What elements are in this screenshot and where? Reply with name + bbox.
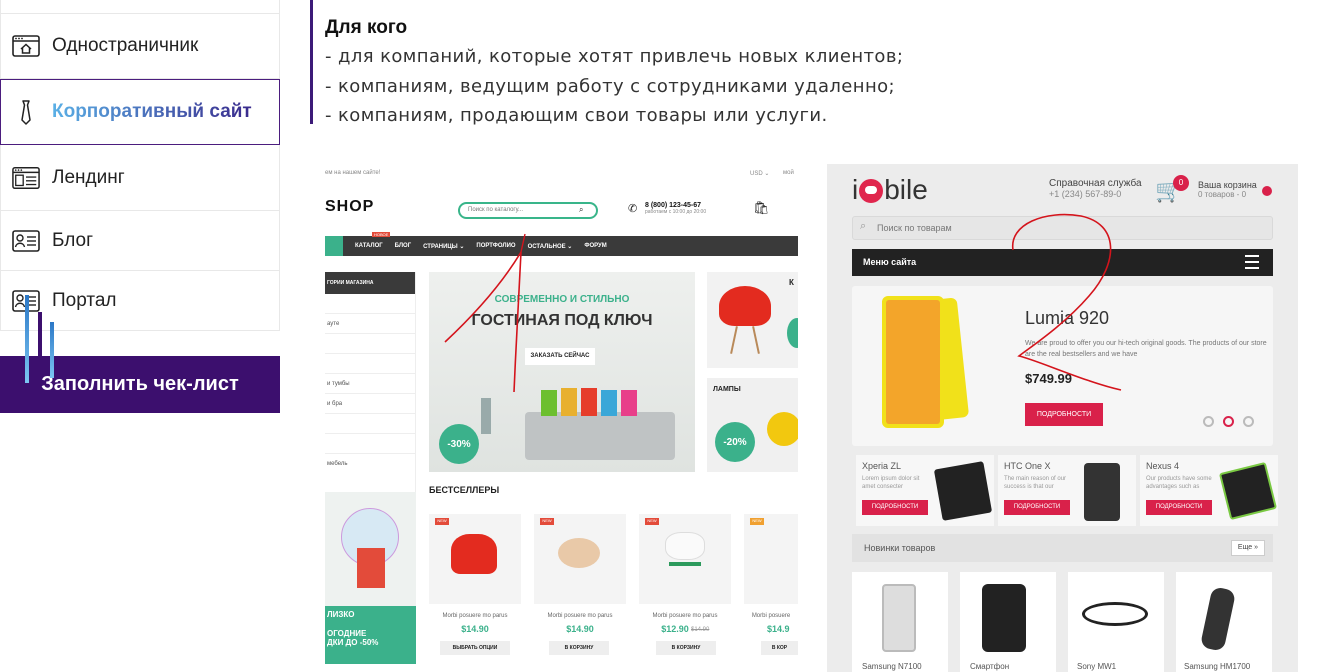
- service-sidebar: Одностраничник Корпоративный сайт Лендин…: [0, 0, 281, 672]
- example-imobile-screenshot: i bile Справочная служба +1 (234) 567-89-0…: [827, 164, 1298, 672]
- example-shop-screenshot: ем на нашем сайте! USD ⌄ мой SHOP Поиск …: [325, 164, 798, 672]
- sidebar-item-label: Одностраничник: [52, 35, 199, 56]
- sidebar-item-landing-one-page[interactable]: Одностраничник: [0, 14, 280, 79]
- sidebar-item-top-edge: [0, 0, 280, 14]
- sidebar-item-portal[interactable]: Портал: [0, 271, 280, 331]
- sidebar-item-label: Лендинг: [52, 166, 125, 188]
- sidebar-item-landing[interactable]: Лендинг: [0, 145, 280, 211]
- browser-layout-icon: [12, 166, 40, 190]
- decor-stripe: [25, 295, 29, 383]
- section-heading: Для кого: [325, 17, 408, 38]
- decor-stripe: [50, 322, 54, 378]
- audience-line: - компаниям, ведущим работу с сотрудника…: [325, 76, 895, 97]
- browser-home-icon: [12, 34, 40, 58]
- annotation-number-2: [1012, 213, 1122, 391]
- decor-stripe: [38, 312, 42, 378]
- sidebar-item-label: Корпоративный сайт: [52, 101, 252, 122]
- sidebar-item-label: Портал: [52, 289, 117, 311]
- fill-checklist-button[interactable]: Заполнить чек-лист: [0, 356, 280, 413]
- sidebar-item-corporate-site[interactable]: Корпоративный сайт: [0, 79, 280, 145]
- sidebar-item-blog[interactable]: Блог: [0, 211, 280, 271]
- annotation-number-1: [444, 233, 526, 393]
- audience-line: - компаниям, продающим свои товары или у…: [325, 105, 828, 126]
- sidebar-item-label: Блог: [52, 229, 94, 251]
- id-card-icon: [12, 229, 40, 253]
- accent-bar: [310, 0, 313, 124]
- audience-line: - для компаний, которые хотят привлечь н…: [325, 46, 904, 67]
- tie-icon: [12, 100, 40, 125]
